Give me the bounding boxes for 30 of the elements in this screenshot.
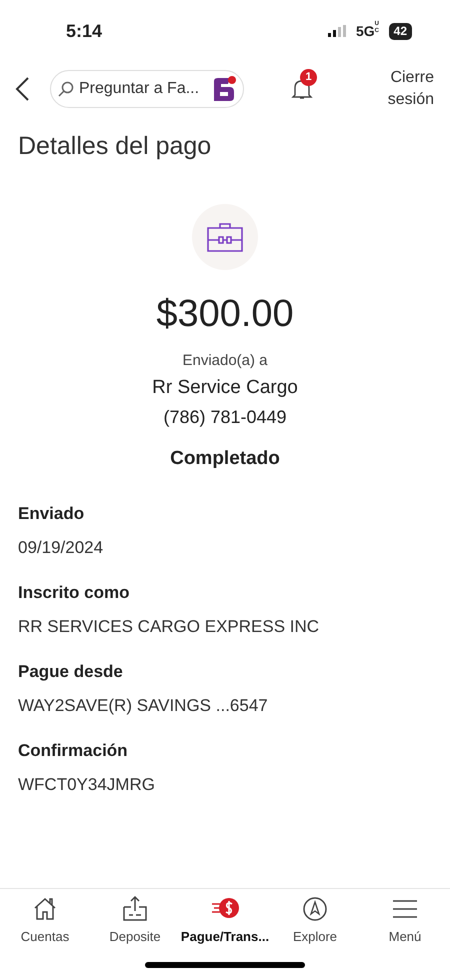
notification-badge: 1 [300, 69, 317, 86]
tab-bar-item[interactable]: Deposite [90, 895, 180, 946]
search-icon [58, 81, 74, 97]
detail-value: RR SERVICES CARGO EXPRESS INC [18, 616, 320, 638]
tab-bar-item[interactable]: Cuentas [0, 895, 90, 946]
payment-amount: $300.00 [156, 292, 294, 336]
payment-status: Completado [170, 446, 280, 470]
recipient-name: Rr Service Cargo [152, 376, 298, 400]
recipient-phone: (786) 781-0449 [163, 406, 287, 429]
detail-label: Confirmación [18, 740, 129, 762]
deposit-icon [121, 895, 149, 923]
back-icon[interactable] [14, 76, 30, 102]
signal-icon [328, 25, 348, 37]
sent-to-label: Enviado(a) a [182, 350, 268, 370]
logout-link[interactable]: Cierre sesión [384, 67, 434, 111]
tab-bar-item[interactable]: Explore [270, 895, 360, 946]
briefcase-icon [206, 222, 244, 252]
detail-value: WFCT0Y34JMRG [18, 774, 156, 796]
detail-value: WAY2SAVE(R) SAVINGS ...6547 [18, 694, 269, 716]
battery-icon: 42 [388, 22, 412, 40]
tab-bar-item[interactable]: Menú [360, 895, 450, 946]
status-time: 5:14 [66, 20, 102, 42]
tab-bar-item[interactable]: Pague/Trans... [180, 895, 270, 946]
compass-icon [301, 895, 329, 923]
detail-label: Pague desde [18, 661, 124, 683]
page-title: Detalles del pago [18, 131, 212, 162]
detail-value: 09/19/2024 [18, 536, 104, 558]
detail-label: Inscrito como [18, 582, 130, 604]
detail-label: Enviado [18, 503, 86, 525]
search-field[interactable]: Preguntar a Fa... [50, 70, 244, 108]
